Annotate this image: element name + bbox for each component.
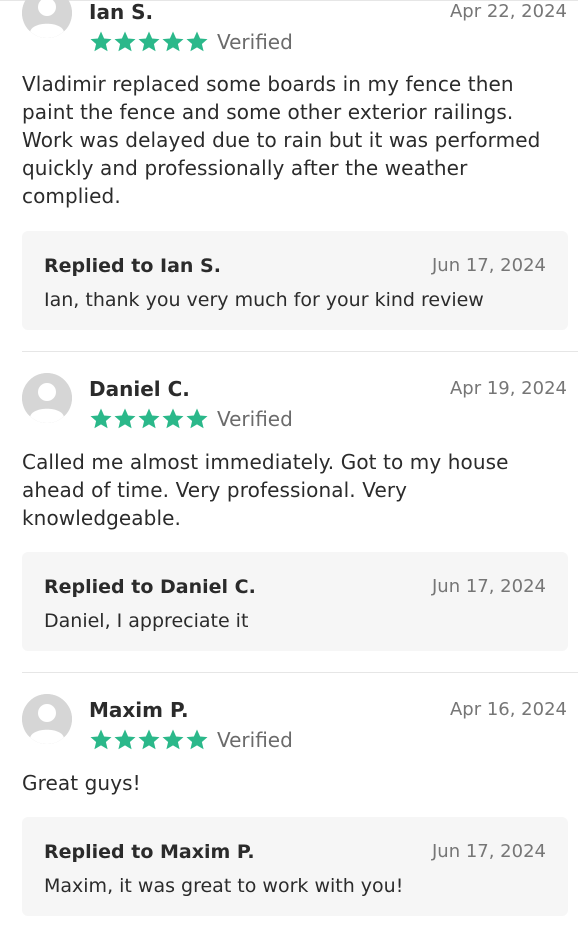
review-text-line: Work was delayed due to rain but it was … — [22, 128, 541, 152]
owner-reply: Replied to Ian S. Jun 17, 2024 Ian, than… — [22, 231, 568, 330]
review-text-line: paint the fence and some other exterior … — [22, 100, 514, 124]
star-rating: Verified — [89, 30, 293, 54]
review-text-line: knowledgeable. — [22, 506, 181, 530]
reply-text: Maxim, it was great to work with you! — [44, 875, 404, 897]
star-icon — [162, 729, 184, 750]
review-text: Great guys! — [22, 769, 567, 797]
avatar[interactable] — [22, 0, 72, 38]
star-icon — [90, 31, 112, 52]
star-icon — [162, 408, 184, 429]
owner-reply: Replied to Daniel C. Jun 17, 2024 Daniel… — [22, 552, 568, 651]
verified-label: Verified — [217, 728, 293, 752]
star-icon — [186, 31, 208, 52]
reply-text: Daniel, I appreciate it — [44, 610, 249, 632]
review-text-line: Vladimir replaced some boards in my fenc… — [22, 72, 514, 96]
user-avatar-icon — [22, 0, 72, 38]
user-avatar-icon — [22, 694, 72, 744]
review-text-line: Great guys! — [22, 771, 141, 795]
review-text: Vladimir replaced some boards in my fenc… — [22, 70, 567, 210]
verified-label: Verified — [217, 30, 293, 54]
reply-title: Replied to Ian S. — [44, 255, 221, 277]
reply-date: Jun 17, 2024 — [431, 841, 546, 862]
review-text: Called me almost immediately. Got to my … — [22, 448, 567, 532]
reviewer-name: Ian S. — [89, 0, 154, 24]
verified-label: Verified — [217, 407, 293, 431]
user-avatar-icon — [22, 373, 72, 423]
star-icon — [114, 31, 136, 52]
review-date: Apr 22, 2024 — [449, 1, 567, 22]
reply-title: Replied to Daniel C. — [44, 576, 256, 598]
review-divider — [22, 351, 578, 352]
star-icon — [186, 408, 208, 429]
reviewer-name: Maxim P. — [89, 698, 189, 722]
reply-date: Jun 17, 2024 — [431, 255, 546, 276]
star-icon — [138, 31, 160, 52]
star-icon — [186, 729, 208, 750]
reply-title: Replied to Maxim P. — [44, 841, 255, 863]
review-text-line: Called me almost immediately. Got to my … — [22, 450, 509, 474]
reply-date: Jun 17, 2024 — [431, 576, 546, 597]
reviewer-name: Daniel C. — [89, 377, 190, 401]
avatar[interactable] — [22, 373, 72, 423]
star-icon — [114, 408, 136, 429]
star-icon — [90, 408, 112, 429]
star-icon — [138, 729, 160, 750]
star-icon — [114, 729, 136, 750]
review-text-line: complied. — [22, 184, 121, 208]
review-date: Apr 16, 2024 — [449, 699, 567, 720]
avatar[interactable] — [22, 694, 72, 744]
owner-reply: Replied to Maxim P. Jun 17, 2024 Maxim, … — [22, 817, 568, 916]
review-date: Apr 19, 2024 — [449, 378, 567, 399]
star-icon — [162, 31, 184, 52]
star-rating: Verified — [89, 407, 293, 431]
star-icon — [138, 408, 160, 429]
star-icon — [90, 729, 112, 750]
reply-text: Ian, thank you very much for your kind r… — [44, 289, 484, 311]
review-divider — [22, 672, 578, 673]
review-text-line: ahead of time. Very professional. Very — [22, 478, 408, 502]
star-rating: Verified — [89, 728, 293, 752]
review-text-line: quickly and professionally after the wea… — [22, 156, 468, 180]
